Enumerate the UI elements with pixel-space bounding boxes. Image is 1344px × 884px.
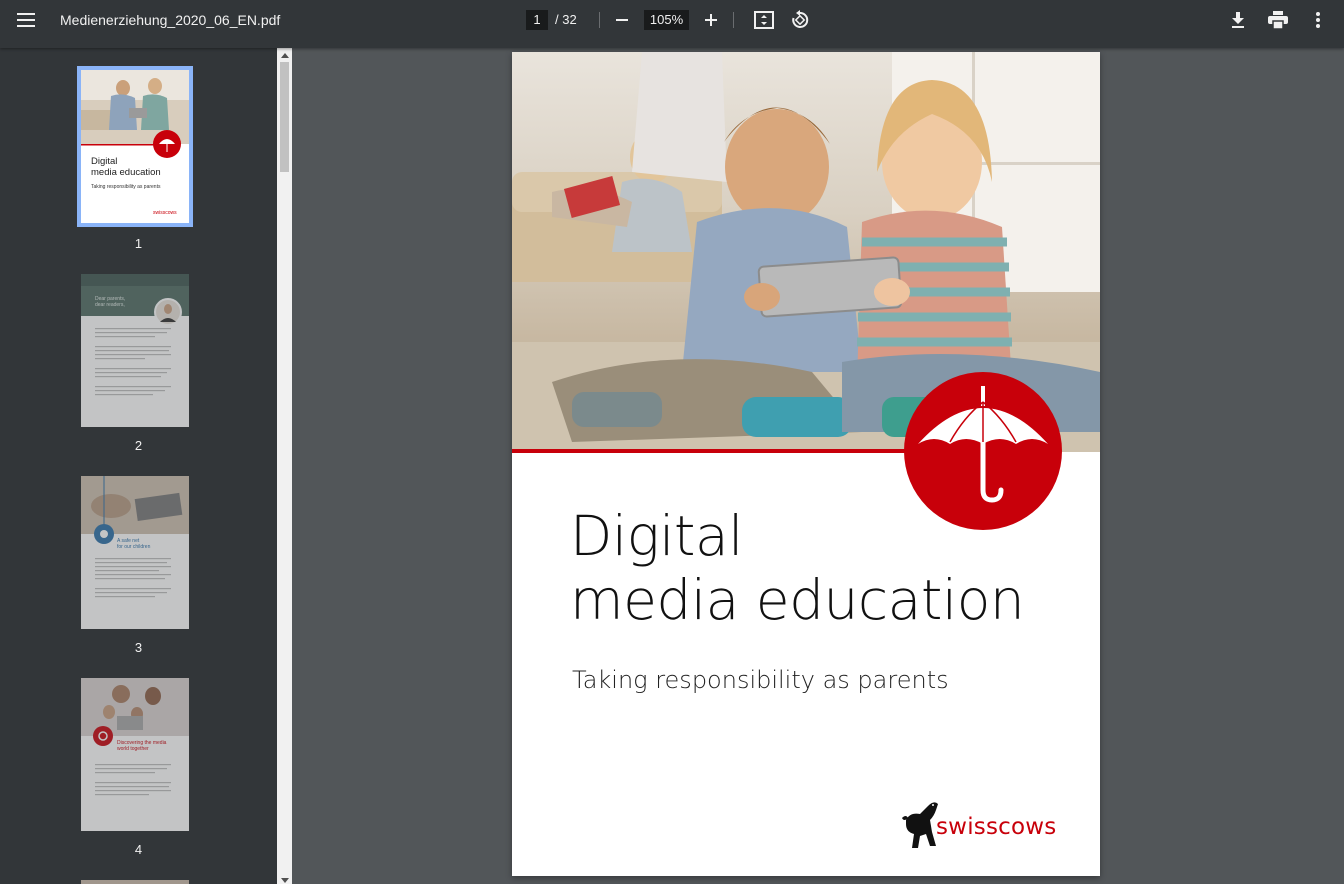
- print-button[interactable]: [1266, 8, 1290, 32]
- pdf-page-1: Digital media education Taking responsib…: [512, 52, 1100, 876]
- cover-title: Digital media education: [570, 504, 1025, 632]
- thumbnail-logo: swisscows: [153, 210, 177, 216]
- document-title: Medienerziehung_2020_06_EN.pdf: [60, 12, 281, 28]
- page-count: / 32: [555, 12, 577, 27]
- thumbnail-page-4[interactable]: Discovering the media world together: [81, 678, 189, 831]
- sidebar-scrollbar[interactable]: [277, 48, 292, 884]
- thumbnail-page-5[interactable]: [81, 880, 189, 884]
- thumbnail-page-number: 2: [134, 438, 143, 453]
- fit-to-page-button[interactable]: [752, 8, 776, 32]
- thumbnail-dim-overlay: [81, 274, 189, 427]
- toolbar-divider: [599, 12, 600, 28]
- thumbnail-page-number: 3: [134, 640, 143, 655]
- more-vertical-icon: [1316, 12, 1320, 28]
- thumbnail-page-number: 4: [134, 842, 143, 857]
- thumbnail-dim-overlay: [81, 880, 189, 884]
- thumbnail-title-line: media education: [91, 167, 161, 178]
- download-button[interactable]: [1226, 8, 1250, 32]
- minus-icon: [616, 19, 628, 21]
- swisscows-logo: swisscows: [900, 794, 1060, 850]
- scroll-up-arrow[interactable]: [281, 53, 289, 58]
- thumbnail-page-3[interactable]: A safe net for our children: [81, 476, 189, 629]
- page-number-input[interactable]: 1: [526, 10, 548, 30]
- rotate-icon: [792, 10, 809, 28]
- thumbnail-page-2[interactable]: Dear parents, dear readers,: [81, 274, 189, 427]
- print-icon: [1268, 11, 1288, 29]
- cover-title-line: Digital: [570, 504, 743, 568]
- zoom-level-input[interactable]: 105%: [644, 10, 689, 30]
- zoom-out-button[interactable]: [610, 8, 634, 32]
- cover-title-line: media education: [570, 568, 1025, 632]
- thumbnail-page-number: 1: [134, 236, 143, 251]
- download-icon: [1232, 12, 1244, 28]
- thumbnail-dim-overlay: [81, 678, 189, 831]
- accent-line: [512, 449, 912, 453]
- cover-subtitle: Taking responsibility as parents: [572, 666, 949, 694]
- logo-wordmark: swisscows: [936, 814, 1057, 840]
- thumbnail-title: Digital media education: [91, 156, 161, 178]
- thumbnail-sidebar: Digital media education Taking responsib…: [0, 48, 277, 884]
- thumbnail-title-line: Digital: [91, 156, 118, 167]
- plus-icon: [705, 14, 717, 26]
- menu-button[interactable]: [10, 4, 42, 36]
- thumbnail-subtitle: Taking responsibility as parents: [91, 184, 161, 190]
- fit-to-page-icon: [754, 11, 774, 29]
- scroll-down-arrow[interactable]: [281, 878, 289, 883]
- thumbnail-cover-image: [81, 70, 189, 158]
- rotate-button[interactable]: [788, 8, 812, 32]
- thumbnail-page-1[interactable]: Digital media education Taking responsib…: [77, 66, 193, 227]
- hamburger-menu-icon: [17, 13, 35, 27]
- toolbar-divider: [733, 12, 734, 28]
- cow-icon: [902, 802, 938, 848]
- pdf-toolbar: Medienerziehung_2020_06_EN.pdf 1 / 32 10…: [0, 0, 1344, 48]
- sidebar-scrollbar-thumb[interactable]: [280, 62, 289, 172]
- zoom-in-button[interactable]: [699, 8, 723, 32]
- more-actions-button[interactable]: [1306, 8, 1330, 32]
- thumbnail-dim-overlay: [81, 476, 189, 629]
